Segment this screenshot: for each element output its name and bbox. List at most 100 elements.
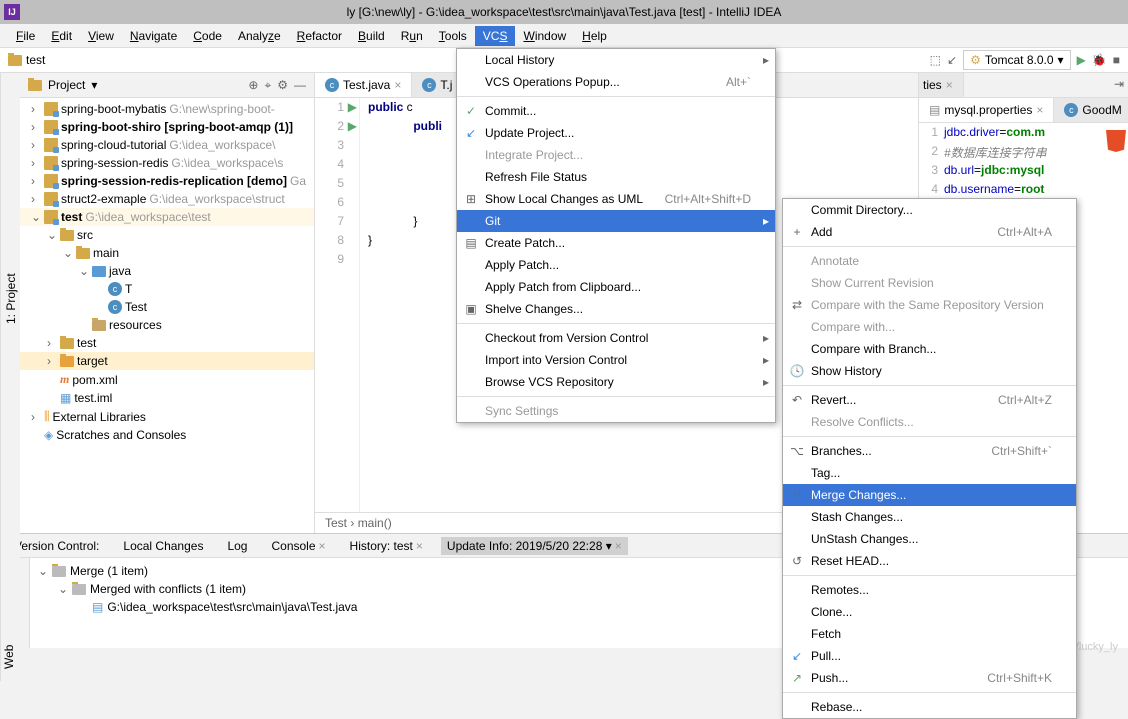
tree-item[interactable]: ›spring-boot-shiro [spring-boot-amqp (1)… [20,118,314,136]
close-icon[interactable]: × [416,539,423,553]
tree-item[interactable]: ›spring-boot-mybatis G:\new\spring-boot- [20,100,314,118]
menu-run[interactable]: Run [393,26,431,46]
editor-tab[interactable]: ▤mysql.properties× [919,98,1054,122]
menu-item[interactable]: ↙Update Project... [457,122,775,144]
bottom-tab[interactable]: Update Info: 2019/5/20 22:28 ▾× [441,537,628,555]
menu-item[interactable]: Clone... [783,601,1076,623]
menu-item[interactable]: ↶Revert...Ctrl+Alt+Z [783,389,1076,411]
menu-vcs[interactable]: VCS [475,26,516,46]
menu-file[interactable]: File [8,26,43,46]
menu-item[interactable]: +AddCtrl+Alt+A [783,221,1076,243]
menu-item[interactable]: ⌥Branches...Ctrl+Shift+` [783,440,1076,462]
close-icon[interactable]: × [394,78,401,92]
tree-arrow-icon[interactable]: › [31,120,41,134]
menu-item[interactable]: Remotes... [783,579,1076,601]
menu-item[interactable]: ✓Commit... [457,100,775,122]
menu-item[interactable]: ▣Shelve Changes... [457,298,775,320]
tree-item[interactable]: ›spring-cloud-tutorial G:\idea_workspace… [20,136,314,154]
project-tree[interactable]: ›spring-boot-mybatis G:\new\spring-boot-… [20,98,314,533]
run-configuration[interactable]: ⚙ Tomcat 8.0.0 ▾ [963,50,1071,70]
menu-navigate[interactable]: Navigate [122,26,185,46]
menu-item[interactable]: Import into Version Control▸ [457,349,775,371]
tree-arrow-icon[interactable]: › [31,156,41,170]
bottom-tab[interactable]: Log [221,537,253,555]
menu-tools[interactable]: Tools [431,26,475,46]
menu-code[interactable]: Code [185,26,230,46]
tree-arrow-icon[interactable]: › [47,336,57,350]
sidebar-project-tab[interactable]: 1: Project [2,270,20,329]
tree-item[interactable]: resources [20,316,314,334]
tab-stub[interactable]: ties× [919,73,964,97]
menu-item[interactable]: Stash Changes... [783,506,1076,528]
editor-tab[interactable]: cTest.java× [315,73,412,97]
tree-item[interactable]: ›spring-session-redis-replication [demo]… [20,172,314,190]
tree-arrow-icon[interactable]: › [31,174,41,188]
tree-arrow-icon[interactable]: ⌄ [47,228,57,242]
menu-refactor[interactable]: Refactor [289,26,350,46]
menu-item[interactable]: 🕓Show History [783,360,1076,382]
tree-arrow-icon[interactable]: › [47,354,57,368]
menu-item[interactable]: ⑂Merge Changes... [783,484,1076,506]
tree-arrow-icon[interactable]: ⌄ [79,264,89,278]
menu-item[interactable]: ↺Reset HEAD... [783,550,1076,572]
menu-item[interactable]: Tag... [783,462,1076,484]
close-icon[interactable]: × [946,78,953,92]
menu-item[interactable]: ↙Pull... [783,645,1076,667]
bottom-tab[interactable]: Local Changes [117,537,209,555]
menu-item[interactable]: VCS Operations Popup...Alt+` [457,71,775,93]
menu-item[interactable]: Compare with Branch... [783,338,1076,360]
menu-item[interactable]: Browse VCS Repository▸ [457,371,775,393]
sidebar-web-tab[interactable]: Web [0,509,18,673]
menu-item[interactable]: Apply Patch from Clipboard... [457,276,775,298]
tree-arrow-icon[interactable]: ⌄ [38,564,48,578]
menu-view[interactable]: View [80,26,122,46]
menu-edit[interactable]: Edit [43,26,80,46]
run-button[interactable]: ▶ [1077,53,1086,67]
menu-item[interactable]: Refresh File Status [457,166,775,188]
tree-item[interactable]: ◈Scratches and Consoles [20,426,314,444]
menu-item[interactable]: Git▸ [457,210,775,232]
tree-arrow-icon[interactable]: ⌄ [63,246,73,260]
nav-back-icon[interactable]: ⬚ [930,53,941,67]
menu-item[interactable]: Commit Directory... [783,199,1076,221]
tree-arrow-icon[interactable]: › [31,192,41,206]
menu-window[interactable]: Window [515,26,574,46]
debug-button[interactable]: 🐞 [1092,53,1107,67]
stop-button[interactable]: ■ [1113,53,1120,67]
menu-item[interactable]: Local History▸ [457,49,775,71]
tree-arrow-icon[interactable]: › [31,102,41,116]
tree-item[interactable]: ⌄src [20,226,314,244]
tabs-more-icon[interactable]: ⇥ [1110,73,1128,97]
editor-tab[interactable]: cGoodM [1054,98,1128,122]
close-icon[interactable]: × [615,539,622,553]
tree-item[interactable]: ›spring-session-redis G:\idea_workspace\… [20,154,314,172]
close-icon[interactable]: × [1036,103,1043,117]
tree-arrow-icon[interactable]: › [31,138,41,152]
menu-item[interactable]: Checkout from Version Control▸ [457,327,775,349]
tree-item[interactable]: ⌄java [20,262,314,280]
nav-breadcrumb[interactable]: test [26,53,45,67]
run-gutter-icon[interactable]: ▶ [348,100,357,114]
menu-item[interactable]: ▤Create Patch... [457,232,775,254]
tree-item[interactable]: ⌄test G:\idea_workspace\test [20,208,314,226]
close-icon[interactable]: × [319,539,326,553]
menu-item[interactable]: Rebase... [783,696,1076,718]
menu-item[interactable]: ⊞Show Local Changes as UMLCtrl+Alt+Shift… [457,188,775,210]
bottom-tab[interactable]: Console× [265,537,331,555]
tree-item[interactable]: ›struct2-exmaple G:\idea_workspace\struc… [20,190,314,208]
tree-item[interactable]: ›target [20,352,314,370]
menu-item[interactable]: Apply Patch... [457,254,775,276]
tree-item[interactable]: cTest [20,298,314,316]
menu-item[interactable]: ↗Push...Ctrl+Shift+K [783,667,1076,689]
tree-arrow-icon[interactable]: ⌄ [58,582,68,596]
tree-arrow-icon[interactable]: › [31,410,41,424]
target-icon[interactable]: ⌖ [264,78,271,93]
menu-help[interactable]: Help [574,26,615,46]
menu-analyze[interactable]: Analyze [230,26,289,46]
hide-icon[interactable]: — [294,78,306,93]
tree-item[interactable]: ▦test.iml [20,389,314,407]
tree-item[interactable]: mpom.xml [20,370,314,389]
tree-item[interactable]: cT [20,280,314,298]
menu-build[interactable]: Build [350,26,393,46]
tree-item[interactable]: ⌄main [20,244,314,262]
